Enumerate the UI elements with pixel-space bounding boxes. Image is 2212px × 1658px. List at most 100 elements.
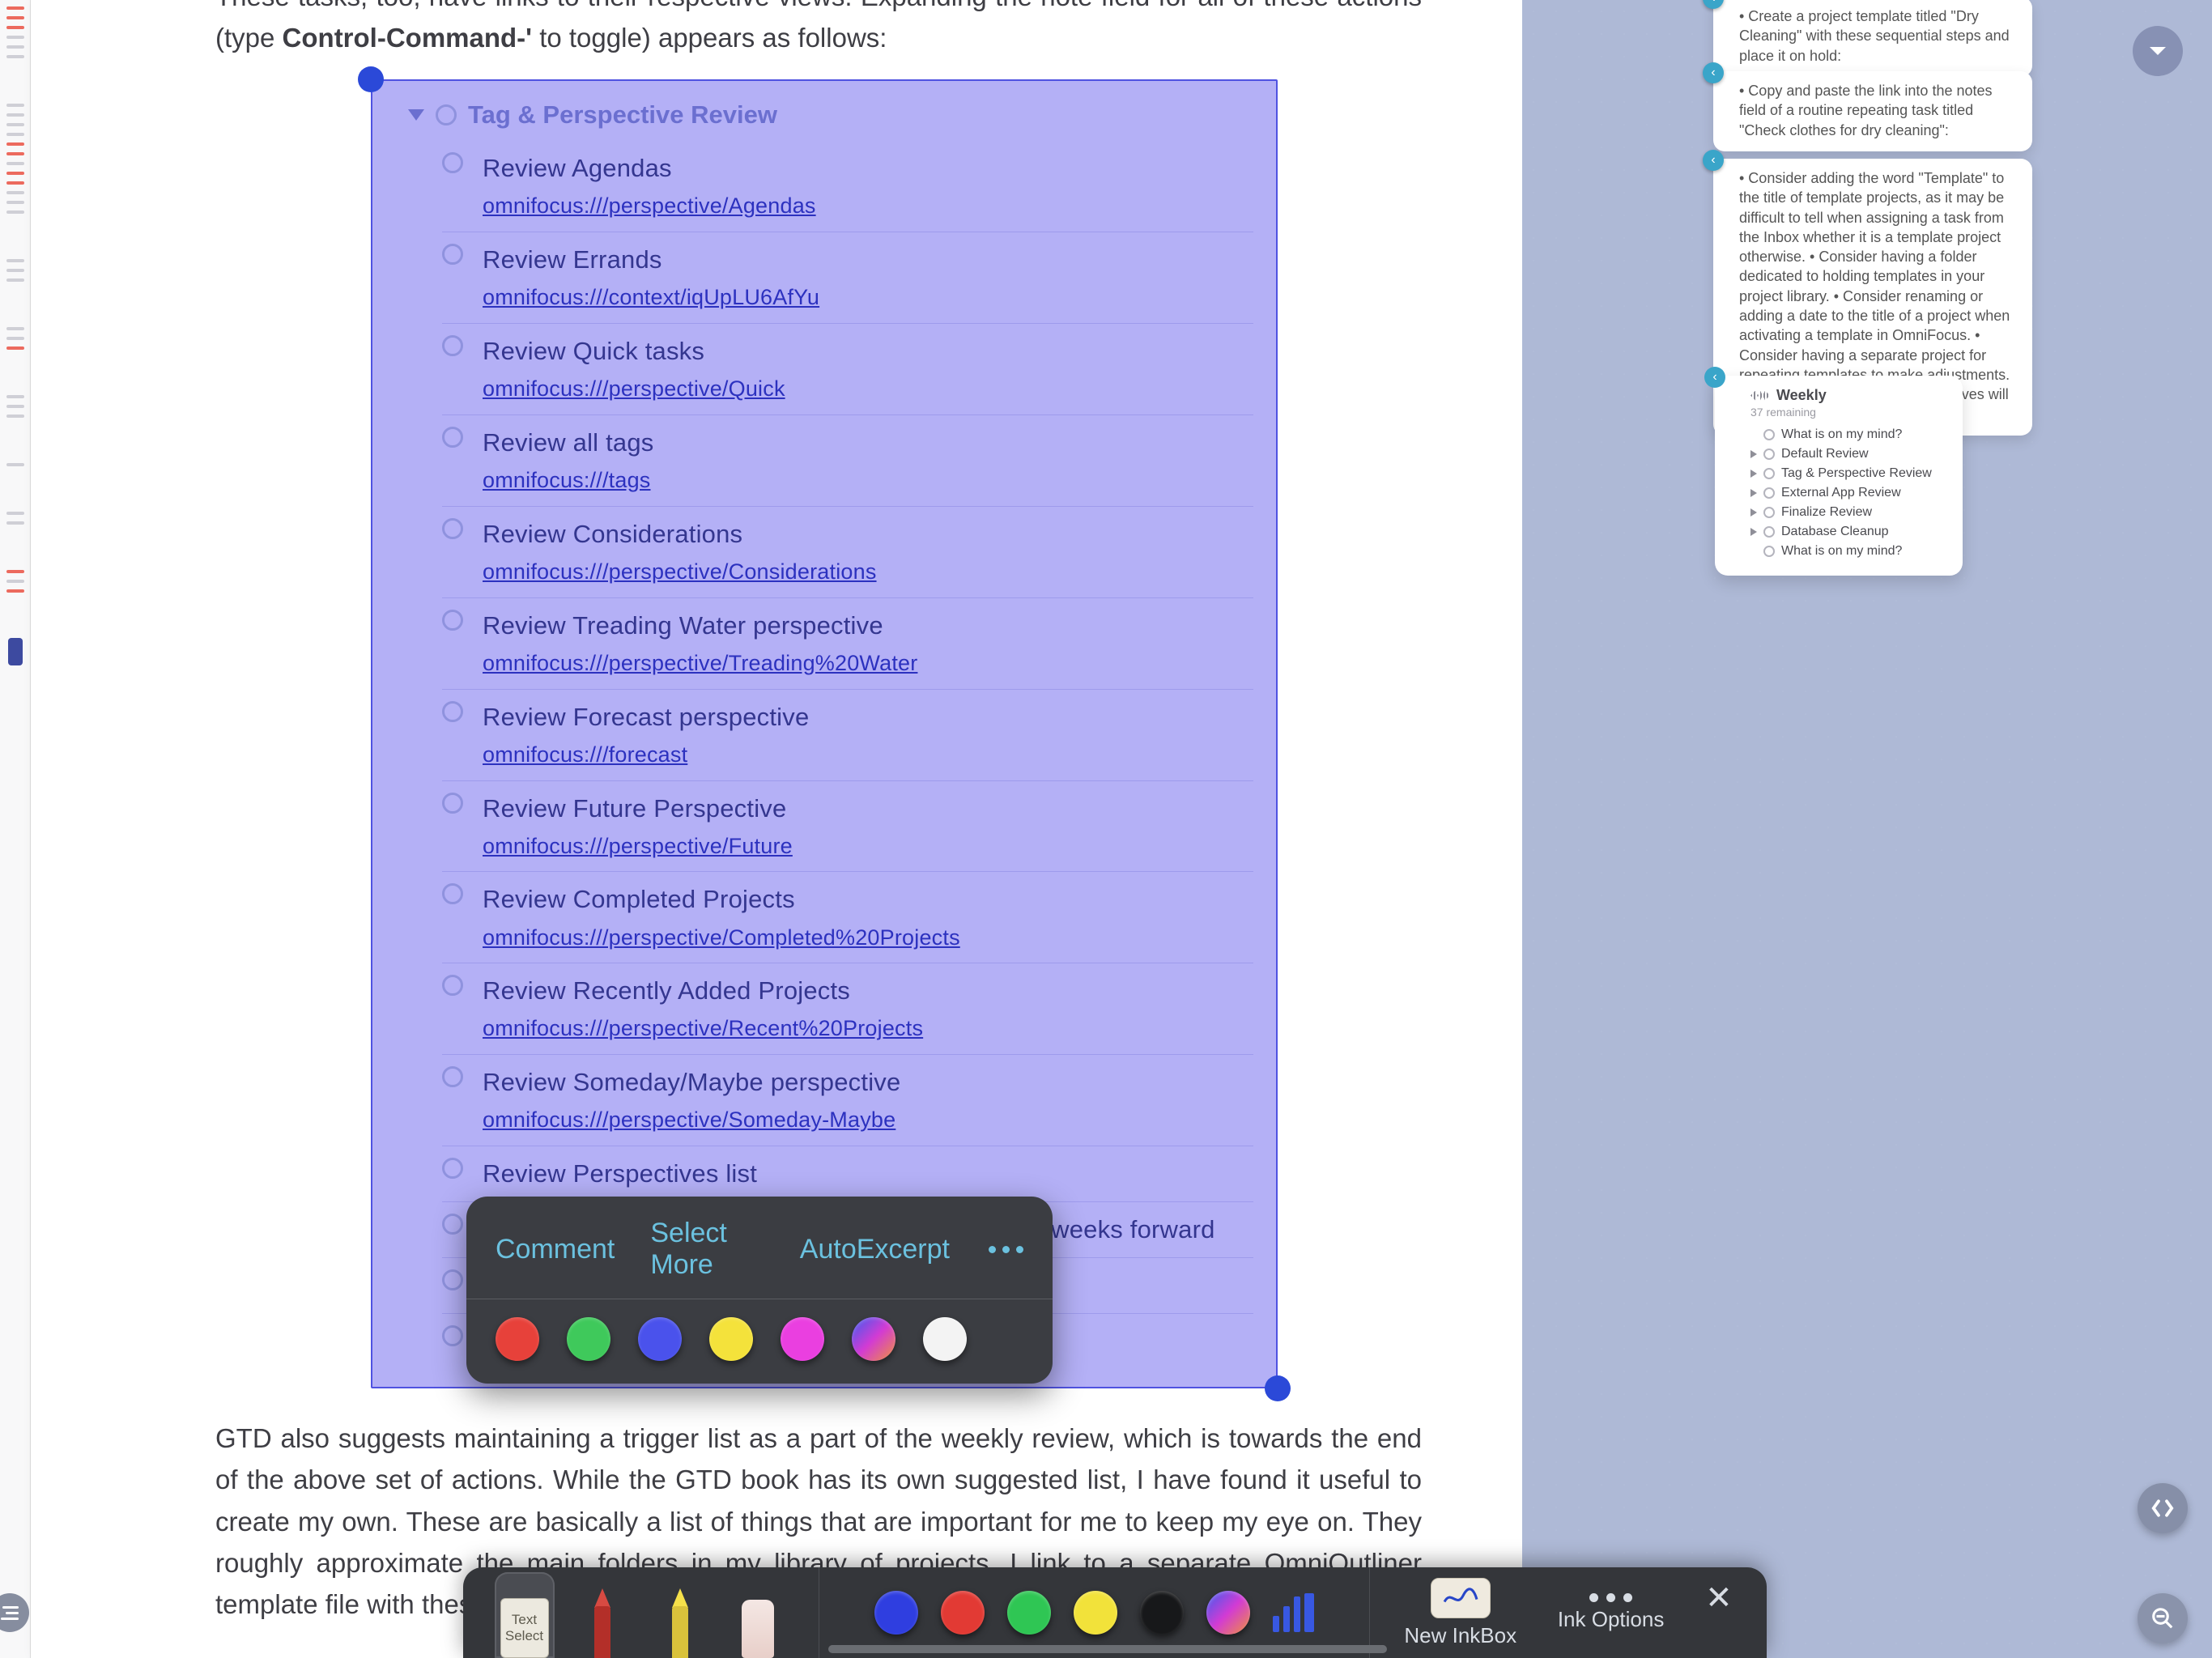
weekly-row-label: Tag & Perspective Review (1781, 466, 1932, 481)
selected-region[interactable]: Tag & Perspective Review Review Agendaso… (371, 79, 1278, 1388)
task-title: Review all tags (483, 423, 1253, 462)
popup-comment-button[interactable]: Comment (496, 1234, 615, 1265)
note-link-badge-icon: ‹ (1703, 150, 1724, 171)
eraser-icon (742, 1600, 774, 1658)
weekly-question-1: What is on my mind? (1781, 427, 1902, 442)
task-title: Review Treading Water perspective (483, 606, 1253, 645)
task-status-circle-icon (1763, 526, 1775, 538)
task-link[interactable]: omnifocus:///forecast (483, 738, 1253, 772)
task-link[interactable]: omnifocus:///perspective/Considerations (483, 555, 1253, 589)
close-ink-toolbar-button[interactable]: ✕ (1705, 1582, 1733, 1644)
task-link[interactable]: omnifocus:///context/iqUpLU6AfYu (483, 281, 1253, 315)
weekly-row[interactable]: External App Review (1750, 483, 1950, 503)
task-status-circle-icon (442, 610, 463, 631)
weekly-row[interactable]: Tag & Perspective Review (1750, 464, 1950, 483)
highlighter-tool[interactable] (650, 1584, 710, 1658)
task-status-circle-icon (442, 1158, 463, 1179)
selection-handle-bottom-right[interactable] (1265, 1375, 1291, 1401)
weekly-row[interactable]: Finalize Review (1750, 503, 1950, 522)
collapse-chevron-button[interactable] (2133, 26, 2183, 76)
pan-mode-button[interactable] (2138, 1483, 2188, 1533)
popup-autoexcerpt-button[interactable]: AutoExcerpt (800, 1234, 950, 1265)
options-segment: New InkBox Ink Options ✕ (1370, 1567, 1767, 1658)
task-title: Review Someday/Maybe perspective (483, 1063, 1253, 1102)
hamburger-icon (1, 1606, 19, 1620)
notes-mindmap-pane[interactable]: ‹ • Create a project template titled "Dr… (1522, 0, 2212, 1658)
popup-more-icon[interactable] (989, 1246, 1023, 1253)
side-note-2-text: • Copy and paste the link into the notes… (1739, 83, 1993, 138)
weekly-title: Weekly (1776, 387, 1827, 404)
task-status-circle-icon (442, 1269, 463, 1290)
weekly-review-card[interactable]: ‹ Weekly 37 remaining What is on my mind… (1715, 376, 1963, 576)
task-status-circle-icon (1763, 487, 1775, 499)
ink-options-button[interactable]: Ink Options (1558, 1593, 1665, 1632)
side-note-2[interactable]: ‹ • Copy and paste the link into the not… (1713, 71, 2032, 151)
ink-color-blue[interactable] (874, 1591, 918, 1635)
zoom-out-button[interactable] (2138, 1593, 2188, 1643)
note-link-badge-icon: ‹ (1703, 0, 1724, 9)
selection-task-row: Review Treading Water perspectiveomnifoc… (442, 598, 1253, 690)
highlight-color-rainbow[interactable] (852, 1317, 895, 1361)
selection-task-row: Review Someday/Maybe perspectiveomnifocu… (442, 1055, 1253, 1146)
weekly-row-label: External App Review (1781, 486, 1901, 500)
task-link[interactable]: omnifocus:///tags (483, 464, 1253, 498)
task-link[interactable]: omnifocus:///perspective/Agendas (483, 189, 1253, 223)
weekly-row-label: Finalize Review (1781, 505, 1872, 520)
highlight-color-red[interactable] (496, 1317, 539, 1361)
ink-color-black[interactable] (1140, 1591, 1184, 1635)
task-status-circle-icon (442, 701, 463, 722)
task-title: Review Future Perspective (483, 789, 1253, 828)
task-title: Review Perspectives list (483, 1154, 1253, 1193)
highlight-color-white[interactable] (923, 1317, 967, 1361)
task-status-circle-icon (442, 152, 463, 173)
selection-action-popup: Comment Select More AutoExcerpt (466, 1197, 1053, 1384)
intro-paragraph: These tasks, too, have links to their re… (215, 0, 1422, 58)
highlight-color-blue[interactable] (638, 1317, 682, 1361)
highlight-color-yellow[interactable] (709, 1317, 753, 1361)
task-link[interactable]: omnifocus:///perspective/Future (483, 830, 1253, 864)
selection-task-row: Review Future Perspectiveomnifocus:///pe… (442, 781, 1253, 873)
inkbox-icon (1431, 1578, 1491, 1618)
task-link[interactable]: omnifocus:///perspective/Completed%20Pro… (483, 921, 1253, 955)
ink-toolbar-scrollbar[interactable] (828, 1645, 1387, 1653)
new-inkbox-label: New InkBox (1404, 1623, 1516, 1648)
ink-color-red[interactable] (941, 1591, 985, 1635)
selection-task-row: Review Forecast perspectiveomnifocus:///… (442, 690, 1253, 781)
task-link[interactable]: omnifocus:///perspective/Recent%20Projec… (483, 1012, 1253, 1046)
text-select-tool[interactable]: Text Select (495, 1572, 555, 1658)
new-inkbox-button[interactable]: New InkBox (1404, 1578, 1516, 1648)
red-pen-tool[interactable] (572, 1584, 632, 1658)
task-status-circle-icon (442, 1214, 463, 1235)
stroke-width-icon[interactable] (1273, 1593, 1314, 1632)
ink-color-yellow[interactable] (1074, 1591, 1117, 1635)
popup-select-more-button[interactable]: Select More (650, 1218, 764, 1281)
disclosure-triangle-icon (408, 109, 424, 121)
task-status-circle-icon (442, 1066, 463, 1087)
ink-options-label: Ink Options (1558, 1607, 1665, 1632)
weekly-row[interactable]: Default Review (1750, 444, 1950, 464)
document-page[interactable]: These tasks, too, have links to their re… (31, 0, 1522, 1658)
current-page-indicator (8, 638, 23, 665)
popup-color-row (496, 1317, 1023, 1361)
task-status-circle-icon (436, 104, 457, 125)
highlight-color-magenta[interactable] (781, 1317, 824, 1361)
weekly-remaining: 37 remaining (1750, 406, 1950, 419)
close-icon: ✕ (1705, 1582, 1733, 1614)
weekly-row[interactable]: Database Cleanup (1750, 522, 1950, 542)
task-link[interactable]: omnifocus:///perspective/Quick (483, 372, 1253, 406)
page-thumbnail-rail[interactable] (0, 0, 31, 1658)
task-link[interactable]: omnifocus:///perspective/Treading%20Wate… (483, 647, 1253, 681)
chevron-down-icon (2146, 39, 2170, 63)
ink-color-green[interactable] (1007, 1591, 1051, 1635)
eraser-tool[interactable] (728, 1584, 788, 1658)
highlight-color-green[interactable] (567, 1317, 610, 1361)
ink-color-rainbow[interactable] (1206, 1591, 1250, 1635)
task-status-circle-icon (442, 975, 463, 996)
side-note-1[interactable]: ‹ • Create a project template titled "Dr… (1713, 0, 2032, 77)
task-status-circle-icon (442, 335, 463, 356)
task-title: Review Considerations (483, 515, 1253, 554)
task-status-circle-icon (442, 793, 463, 814)
task-link[interactable]: omnifocus:///perspective/Someday-Maybe (483, 1103, 1253, 1137)
task-status-circle-icon (442, 883, 463, 904)
task-title: Review Agendas (483, 149, 1253, 188)
